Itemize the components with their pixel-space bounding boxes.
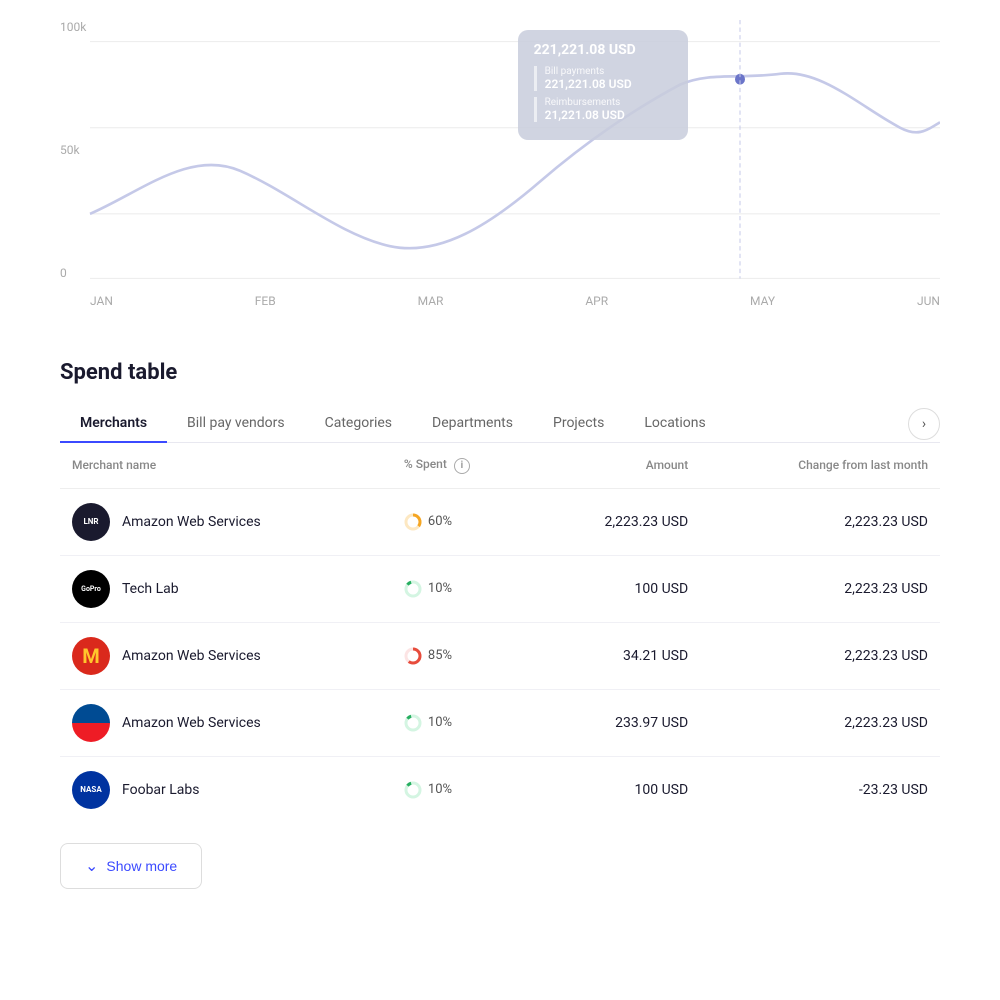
- percent-info-icon[interactable]: i: [454, 458, 470, 474]
- tooltip-reimbursements: Reimbursements 21,221.08 USD: [534, 97, 672, 122]
- chart-container: 100k 50k 0 221,221.08 USD Bill payments …: [60, 0, 940, 330]
- tooltip-bill-payments-value: 221,221.08 USD: [545, 77, 672, 91]
- merchant-logo-1: GoPro: [72, 570, 110, 608]
- y-label-100k: 100k: [60, 20, 86, 34]
- tab-merchants[interactable]: Merchants: [60, 405, 167, 443]
- percent-value-4: 10%: [428, 782, 452, 797]
- merchant-cell-2: M Amazon Web Services: [60, 622, 392, 689]
- merchant-name-1: Tech Lab: [122, 581, 179, 597]
- col-amount: Amount: [532, 443, 700, 488]
- table-row: Amazon Web Services 10% 233.97 USD 2,223…: [60, 689, 940, 756]
- merchant-logo-2: M: [72, 637, 110, 675]
- spend-table: Merchant name % Spent i Amount Change fr…: [60, 443, 940, 823]
- x-label-jun: JUN: [917, 294, 940, 308]
- x-label-mar: MAR: [418, 294, 444, 308]
- change-cell-4: -23.23 USD: [700, 756, 940, 823]
- percent-cell-3: 10%: [392, 689, 532, 756]
- chart-tooltip: 221,221.08 USD Bill payments 221,221.08 …: [518, 30, 688, 140]
- x-label-jan: JAN: [90, 294, 113, 308]
- tooltip-main-value: 221,221.08 USD: [534, 42, 672, 58]
- merchant-name-4: Foobar Labs: [122, 782, 200, 798]
- tab-projects[interactable]: Projects: [533, 405, 624, 443]
- col-merchant-name: Merchant name: [60, 443, 392, 488]
- percent-value-2: 85%: [428, 648, 452, 663]
- show-more-chevron-icon: ⌄: [85, 856, 98, 876]
- tab-departments[interactable]: Departments: [412, 405, 533, 443]
- merchant-cell-3: Amazon Web Services: [60, 689, 392, 756]
- x-label-feb: FEB: [255, 294, 276, 308]
- change-cell-3: 2,223.23 USD: [700, 689, 940, 756]
- tabs-bar: Merchants Bill pay vendors Categories De…: [60, 405, 940, 443]
- y-label-0: 0: [60, 266, 86, 280]
- col-change: Change from last month: [700, 443, 940, 488]
- tooltip-bill-payments: Bill payments 221,221.08 USD: [534, 66, 672, 91]
- amount-cell-3: 233.97 USD: [532, 689, 700, 756]
- tooltip-bill-payments-label: Bill payments: [545, 66, 672, 77]
- merchant-logo-0: LNR: [72, 503, 110, 541]
- amount-cell-0: 2,223.23 USD: [532, 488, 700, 555]
- show-more-button[interactable]: ⌄ Show more: [60, 843, 202, 889]
- merchant-name-3: Amazon Web Services: [122, 715, 261, 731]
- spend-table-title: Spend table: [60, 360, 940, 385]
- table-row: M Amazon Web Services 85% 34.21 USD 2,22…: [60, 622, 940, 689]
- change-cell-0: 2,223.23 USD: [700, 488, 940, 555]
- percent-cell-2: 85%: [392, 622, 532, 689]
- percent-cell-4: 10%: [392, 756, 532, 823]
- percent-value-0: 60%: [428, 514, 452, 529]
- merchant-logo-3: [72, 704, 110, 742]
- percent-cell-1: 10%: [392, 555, 532, 622]
- change-cell-2: 2,223.23 USD: [700, 622, 940, 689]
- tooltip-reimbursements-label: Reimbursements: [545, 97, 672, 108]
- tab-bill-pay-vendors[interactable]: Bill pay vendors: [167, 405, 305, 443]
- amount-cell-2: 34.21 USD: [532, 622, 700, 689]
- percent-value-3: 10%: [428, 715, 452, 730]
- x-label-may: MAY: [750, 294, 775, 308]
- y-label-50k: 50k: [60, 143, 86, 157]
- tabs-next-button[interactable]: ›: [908, 408, 940, 440]
- merchant-logo-4: NASA: [72, 771, 110, 809]
- percent-cell-0: 60%: [392, 488, 532, 555]
- tooltip-reimbursements-value: 21,221.08 USD: [545, 108, 672, 122]
- percent-value-1: 10%: [428, 581, 452, 596]
- chart-y-labels: 100k 50k 0: [60, 20, 86, 280]
- table-row: NASA Foobar Labs 10% 100 USD -23.23 USD: [60, 756, 940, 823]
- table-row: LNR Amazon Web Services 60% 2,223.23 USD…: [60, 488, 940, 555]
- change-cell-1: 2,223.23 USD: [700, 555, 940, 622]
- x-label-apr: APR: [585, 294, 608, 308]
- tab-categories[interactable]: Categories: [305, 405, 412, 443]
- amount-cell-4: 100 USD: [532, 756, 700, 823]
- chart-svg: [60, 20, 940, 300]
- amount-cell-1: 100 USD: [532, 555, 700, 622]
- tab-locations[interactable]: Locations: [624, 405, 725, 443]
- merchant-name-2: Amazon Web Services: [122, 648, 261, 664]
- merchant-cell-4: NASA Foobar Labs: [60, 756, 392, 823]
- table-row: GoPro Tech Lab 10% 100 USD 2,223.23 USD: [60, 555, 940, 622]
- merchant-cell-1: GoPro Tech Lab: [60, 555, 392, 622]
- merchant-name-0: Amazon Web Services: [122, 514, 261, 530]
- col-percent-spent: % Spent i: [392, 443, 532, 488]
- spend-section: Spend table Merchants Bill pay vendors C…: [60, 360, 940, 889]
- merchant-cell-0: LNR Amazon Web Services: [60, 488, 392, 555]
- show-more-label: Show more: [106, 858, 177, 874]
